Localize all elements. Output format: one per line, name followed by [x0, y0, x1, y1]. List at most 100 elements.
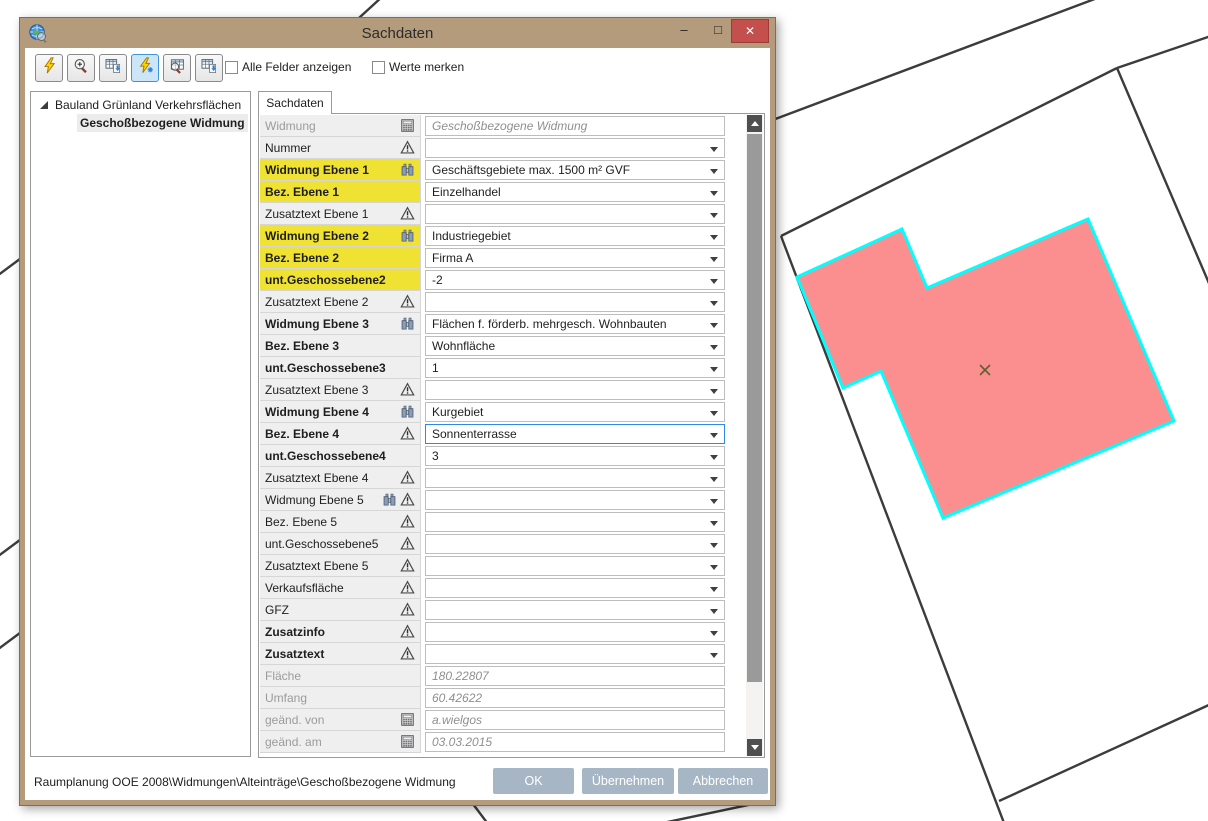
field-combo[interactable]: Kurgebiet	[425, 402, 725, 422]
field-combo[interactable]: Flächen f. förderb. mehrgesch. Wohnbaute…	[425, 314, 725, 334]
dropdown-arrow-icon[interactable]	[710, 257, 718, 262]
cancel-button[interactable]: Abbrechen	[678, 768, 768, 794]
auto-execute-button[interactable]	[131, 54, 159, 82]
field-combo[interactable]	[425, 138, 725, 158]
form-row: Nummer	[260, 137, 745, 159]
dropdown-arrow-icon[interactable]	[710, 235, 718, 240]
tree-expander-icon[interactable]	[40, 101, 48, 109]
field-value-text: Flächen f. förderb. mehrgesch. Wohnbaute…	[432, 317, 667, 331]
field-combo[interactable]: Wohnfläche	[425, 336, 725, 356]
field-label-cell: Bez. Ebene 5	[260, 511, 421, 533]
form-row: Bez. Ebene 3Wohnfläche	[260, 335, 745, 357]
dropdown-arrow-icon[interactable]	[710, 345, 718, 350]
field-combo[interactable]	[425, 578, 725, 598]
field-value-text: -2	[432, 273, 443, 287]
field-label-cell: Widmung Ebene 1	[260, 159, 421, 181]
dialog-content: Alle Felder anzeigen Werte merken Baulan…	[25, 48, 770, 800]
field-combo[interactable]	[425, 512, 725, 532]
titlebar[interactable]: Sachdaten – □ ✕	[20, 18, 775, 48]
field-label: Widmung Ebene 5	[265, 493, 381, 507]
field-combo[interactable]	[425, 490, 725, 510]
dropdown-arrow-icon[interactable]	[710, 609, 718, 614]
minimize-button[interactable]: –	[669, 19, 699, 43]
field-combo[interactable]: Industriegebiet	[425, 226, 725, 246]
field-combo[interactable]: -2	[425, 270, 725, 290]
maximize-button[interactable]: □	[703, 19, 733, 43]
dropdown-arrow-icon[interactable]	[710, 169, 718, 174]
field-label-cell: Widmung Ebene 2	[260, 225, 421, 247]
field-label: unt.Geschossebene4	[265, 449, 417, 463]
execute-query-button[interactable]	[35, 54, 63, 82]
field-value-text: 180.22807	[432, 669, 489, 683]
copy-values-button[interactable]	[99, 54, 127, 82]
dropdown-arrow-icon[interactable]	[710, 367, 718, 372]
field-combo[interactable]	[425, 644, 725, 664]
checkbox-werte-merken[interactable]	[372, 61, 385, 74]
field-label-cell: unt.Geschossebene4	[260, 445, 421, 467]
field-label: Zusatztext Ebene 5	[265, 559, 399, 573]
checkbox-alle-felder[interactable]	[225, 61, 238, 74]
tree-child-item[interactable]: Geschoßbezogene Widmung	[31, 114, 250, 132]
close-button[interactable]: ✕	[731, 19, 769, 43]
field-combo[interactable]	[425, 204, 725, 224]
dropdown-arrow-icon[interactable]	[710, 631, 718, 636]
field-label: Zusatztext Ebene 2	[265, 295, 399, 309]
field-label-cell: Umfang	[260, 687, 421, 709]
tree-root-item[interactable]: Bauland Grünland Verkehrsflächen	[31, 96, 250, 114]
field-combo[interactable]: Firma A	[425, 248, 725, 268]
dropdown-arrow-icon[interactable]	[710, 191, 718, 196]
dropdown-arrow-icon[interactable]	[710, 323, 718, 328]
tree-root-label: Bauland Grünland Verkehrsflächen	[55, 96, 241, 114]
dropdown-arrow-icon[interactable]	[710, 279, 718, 284]
scroll-down-button[interactable]	[747, 739, 762, 756]
dropdown-arrow-icon[interactable]	[710, 521, 718, 526]
field-value: a.wielgos	[425, 710, 725, 730]
preview-table-button[interactable]	[163, 54, 191, 82]
dropdown-arrow-icon[interactable]	[710, 301, 718, 306]
dropdown-arrow-icon[interactable]	[710, 543, 718, 548]
dropdown-arrow-icon[interactable]	[710, 411, 718, 416]
dropdown-arrow-icon[interactable]	[710, 389, 718, 394]
dropdown-arrow-icon[interactable]	[710, 587, 718, 592]
field-combo[interactable]: Einzelhandel	[425, 182, 725, 202]
dropdown-arrow-icon[interactable]	[710, 477, 718, 482]
dropdown-arrow-icon[interactable]	[710, 653, 718, 658]
field-label: geänd. von	[265, 713, 399, 727]
field-value-text: Kurgebiet	[432, 405, 483, 419]
field-combo[interactable]	[425, 380, 725, 400]
field-combo[interactable]: 3	[425, 446, 725, 466]
dropdown-arrow-icon[interactable]	[710, 213, 718, 218]
table-magnifier-icon	[169, 58, 185, 79]
scroll-up-button[interactable]	[747, 115, 762, 132]
field-label-cell: Nummer	[260, 137, 421, 159]
dropdown-arrow-icon[interactable]	[710, 147, 718, 152]
field-combo[interactable]: Sonnenterrasse	[425, 424, 725, 444]
field-combo[interactable]	[425, 468, 725, 488]
ok-button[interactable]: OK	[493, 768, 574, 794]
copy-table-button[interactable]	[195, 54, 223, 82]
dropdown-arrow-icon[interactable]	[710, 565, 718, 570]
form-row: Zusatztext Ebene 4	[260, 467, 745, 489]
field-combo[interactable]	[425, 600, 725, 620]
dropdown-arrow-icon[interactable]	[710, 433, 718, 438]
scrollbar-thumb[interactable]	[747, 134, 762, 682]
vertical-scrollbar[interactable]	[746, 115, 763, 756]
form-row: Bez. Ebene 5	[260, 511, 745, 533]
dropdown-arrow-icon[interactable]	[710, 455, 718, 460]
tab-sachdaten[interactable]: Sachdaten	[258, 91, 332, 114]
warning-icon	[400, 294, 417, 309]
dropdown-arrow-icon[interactable]	[710, 499, 718, 504]
field-value-text: Industriegebiet	[432, 229, 511, 243]
apply-button[interactable]: Übernehmen	[582, 768, 674, 794]
field-combo[interactable]	[425, 292, 725, 312]
field-combo[interactable]	[425, 534, 725, 554]
field-combo[interactable]: 1	[425, 358, 725, 378]
warning-icon	[400, 580, 417, 595]
field-combo[interactable]	[425, 556, 725, 576]
zoom-to-feature-button[interactable]	[67, 54, 95, 82]
field-combo[interactable]	[425, 622, 725, 642]
form-row: Verkaufsfläche	[260, 577, 745, 599]
field-combo[interactable]: Geschäftsgebiete max. 1500 m² GVF	[425, 160, 725, 180]
form-row: unt.Geschossebene2-2	[260, 269, 745, 291]
field-label: Zusatztext Ebene 3	[265, 383, 399, 397]
